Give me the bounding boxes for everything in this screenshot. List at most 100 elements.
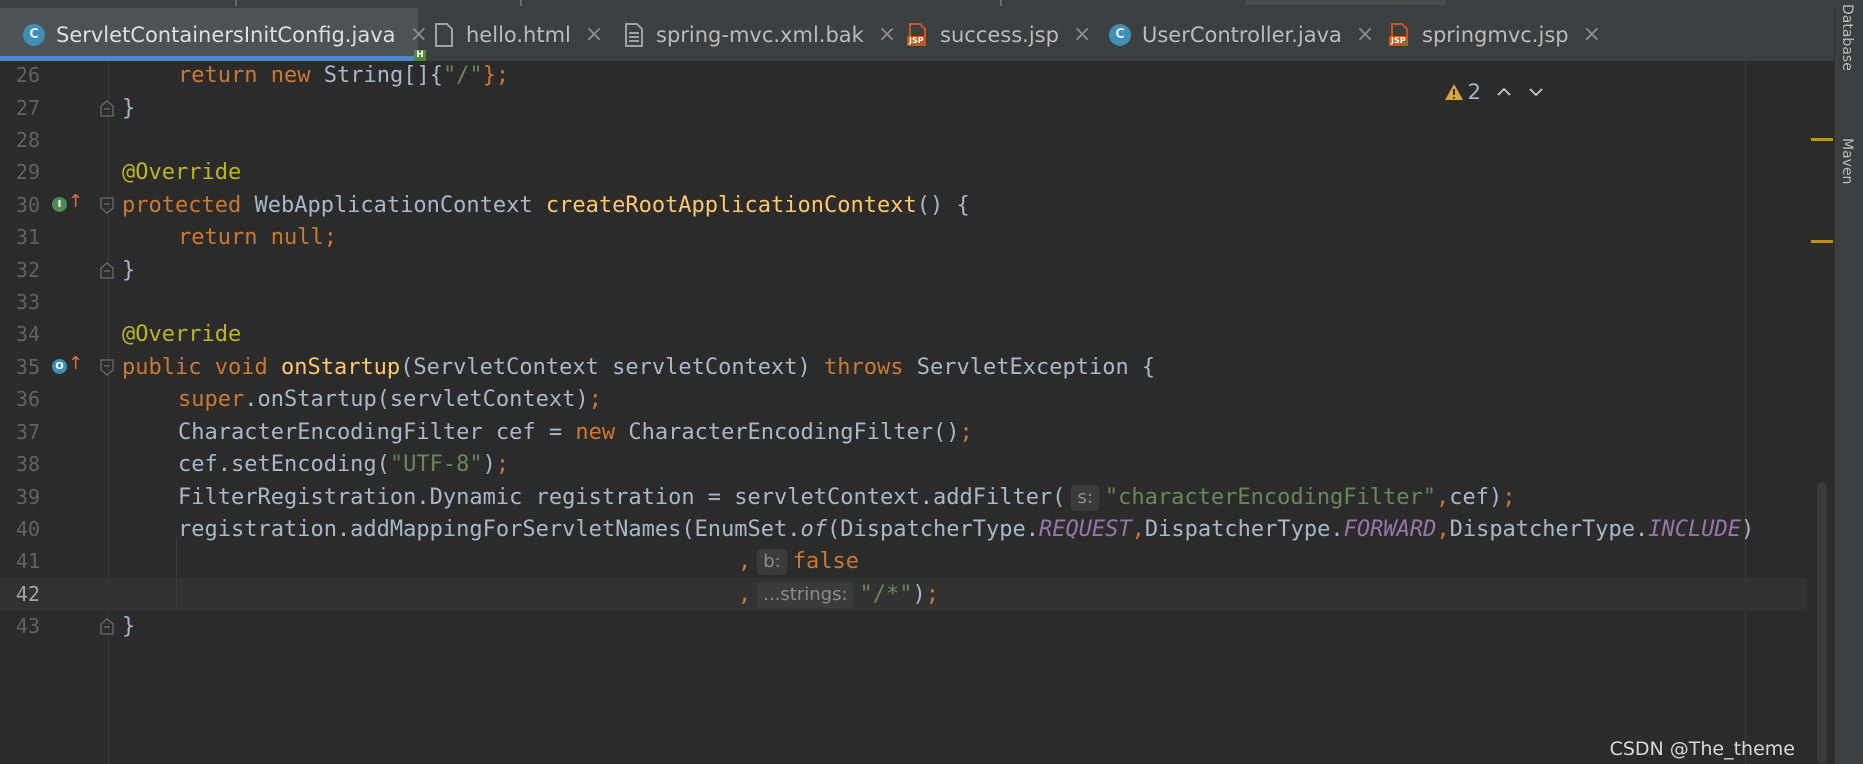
warning-icon — [1444, 84, 1463, 100]
code-line[interactable]: 41 , b: false — [0, 545, 1835, 578]
maven-panel-tab[interactable]: Maven — [1839, 138, 1855, 184]
code-text: @Override — [122, 156, 241, 189]
code-line[interactable]: 27 } — [0, 92, 1835, 125]
brace: } — [122, 258, 136, 283]
code-line[interactable]: 39 FilterRegistration.Dynamic registrati… — [0, 481, 1835, 514]
keyword: new — [270, 63, 311, 88]
toolbar-divider — [520, 0, 522, 6]
argument: cef) — [1449, 485, 1503, 510]
brace: } — [122, 96, 136, 121]
declaration: FilterRegistration.Dynamic registration … — [178, 485, 1066, 510]
line-number: 33 — [15, 290, 40, 314]
close-icon[interactable]: × — [585, 22, 603, 47]
line-number: 32 — [15, 258, 40, 282]
punctuation: ) — [482, 452, 496, 477]
code-text: super.onStartup(servletContext); — [178, 383, 602, 416]
warning-count-label: 2 — [1467, 80, 1481, 104]
code-line[interactable]: 40 registration.addMappingForServletName… — [0, 513, 1835, 546]
enum-type: DispatcherType. — [1144, 517, 1344, 542]
jsp-file-icon: JSP — [1388, 23, 1412, 47]
comma: , — [738, 582, 752, 607]
tab-label: springmvc.jsp — [1422, 22, 1569, 47]
code-line[interactable]: 33 — [0, 286, 1835, 319]
vertical-scrollbar[interactable] — [1807, 62, 1835, 764]
code-text: protected WebApplicationContext createRo… — [122, 189, 970, 222]
code-line[interactable]: 37 CharacterEncodingFilter cef = new Cha… — [0, 416, 1835, 449]
constructor-call: CharacterEncodingFilter() — [615, 420, 960, 445]
tab-springmvc-jsp[interactable]: JSP springmvc.jsp × — [1388, 8, 1601, 61]
tab-success-jsp[interactable]: JSP success.jsp × — [906, 8, 1091, 61]
warning-stripe[interactable] — [1811, 240, 1833, 243]
tab-label: ServletContainersInitConfig.java — [56, 22, 396, 47]
code-text: return new String[]{"/"}; — [178, 62, 509, 92]
static-method: of — [800, 517, 828, 542]
code-line[interactable]: 30 I ↑ protected WebApplicationContext cr… — [0, 189, 1835, 222]
fold-end-icon[interactable] — [100, 262, 114, 279]
tab-spring-mvc-xml-bak[interactable]: spring-mvc.xml.bak × — [622, 8, 896, 61]
code-line[interactable]: 34 @Override — [0, 318, 1835, 351]
warning-stripe[interactable] — [1811, 138, 1833, 141]
java-class-icon: C — [1108, 23, 1132, 47]
overrides-method-icon[interactable]: O ↑ — [52, 353, 83, 379]
fold-start-icon[interactable] — [100, 359, 114, 376]
fold-end-icon[interactable] — [100, 618, 114, 635]
line-number: 39 — [15, 485, 40, 509]
close-icon[interactable]: × — [410, 22, 428, 47]
tab-label: success.jsp — [940, 22, 1059, 47]
keyword: false — [792, 549, 859, 574]
scrollbar-thumb[interactable] — [1817, 482, 1827, 764]
close-icon[interactable]: × — [1583, 22, 1601, 47]
close-icon[interactable]: × — [878, 22, 896, 47]
code-line-current[interactable]: 42 , ...strings: "/*"); — [0, 578, 1835, 611]
code-line[interactable]: 43 } — [0, 610, 1835, 643]
inspection-widget[interactable]: 2 — [1444, 76, 1545, 108]
right-tool-strip: Database Maven — [1834, 4, 1863, 764]
code-line[interactable]: 26 return new String[]{"/"}; — [0, 62, 1835, 92]
method-name: onStartup — [280, 355, 401, 380]
punctuation: ) — [1740, 517, 1755, 542]
code-line[interactable]: 29 @Override — [0, 156, 1835, 189]
fold-start-icon[interactable] — [100, 197, 114, 214]
database-panel-tab[interactable]: Database — [1839, 4, 1855, 71]
toolbar-remnant — [0, 0, 1863, 8]
next-highlight-icon[interactable] — [1527, 85, 1545, 99]
close-icon[interactable]: × — [1356, 22, 1374, 47]
code-text: } — [122, 254, 135, 287]
line-number: 26 — [15, 63, 40, 87]
tab-hello-html[interactable]: H hello.html × — [414, 8, 603, 61]
code-line[interactable]: 31 return null; — [0, 221, 1835, 254]
annotation: @Override — [122, 322, 242, 347]
code-text: @Override — [122, 318, 241, 351]
implements-method-icon[interactable]: I ↑ — [52, 191, 83, 217]
code-text: registration.addMappingForServletNames(E… — [178, 513, 1754, 546]
code-line[interactable]: 32 } — [0, 254, 1835, 287]
method-call: .onStartup(servletContext) — [244, 387, 589, 412]
keyword: return — [178, 63, 258, 88]
enum-type: (DispatcherType. — [827, 517, 1039, 542]
warning-count[interactable]: 2 — [1444, 80, 1481, 104]
keyword: new — [575, 420, 616, 445]
code-line[interactable]: 35 O ↑ public void onStartup(ServletConte… — [0, 351, 1835, 384]
punctuation: () { — [916, 193, 970, 218]
close-icon[interactable]: × — [1073, 22, 1091, 47]
semicolon: ; — [588, 387, 602, 412]
line-number: 29 — [15, 160, 40, 184]
previous-highlight-icon[interactable] — [1495, 85, 1513, 99]
line-number: 30 — [15, 193, 40, 217]
code-line[interactable]: 38 cef.setEncoding("UTF-8"); — [0, 448, 1835, 481]
code-line[interactable]: 28 — [0, 124, 1835, 157]
enum-constant: REQUEST — [1038, 517, 1132, 542]
line-number: 27 — [15, 96, 40, 120]
indent-guide — [176, 538, 177, 610]
tab-usercontroller[interactable]: C UserController.java × — [1108, 8, 1374, 61]
tab-servletcontainersinitconfig[interactable]: C ServletContainersInitConfig.java × — [0, 8, 428, 61]
punctuation: }; — [482, 63, 510, 88]
line-number: 43 — [15, 614, 40, 638]
comma: , — [738, 549, 752, 574]
fold-end-icon[interactable] — [100, 100, 114, 117]
code-editor[interactable]: 26 return new String[]{"/"}; 27 } 28 29 … — [0, 62, 1835, 764]
code-line[interactable]: 36 super.onStartup(servletContext); — [0, 383, 1835, 416]
run-config-selector[interactable] — [1245, 0, 1445, 5]
line-number: 34 — [15, 322, 40, 346]
editor-tab-bar: C ServletContainersInitConfig.java × H h… — [0, 8, 1863, 62]
